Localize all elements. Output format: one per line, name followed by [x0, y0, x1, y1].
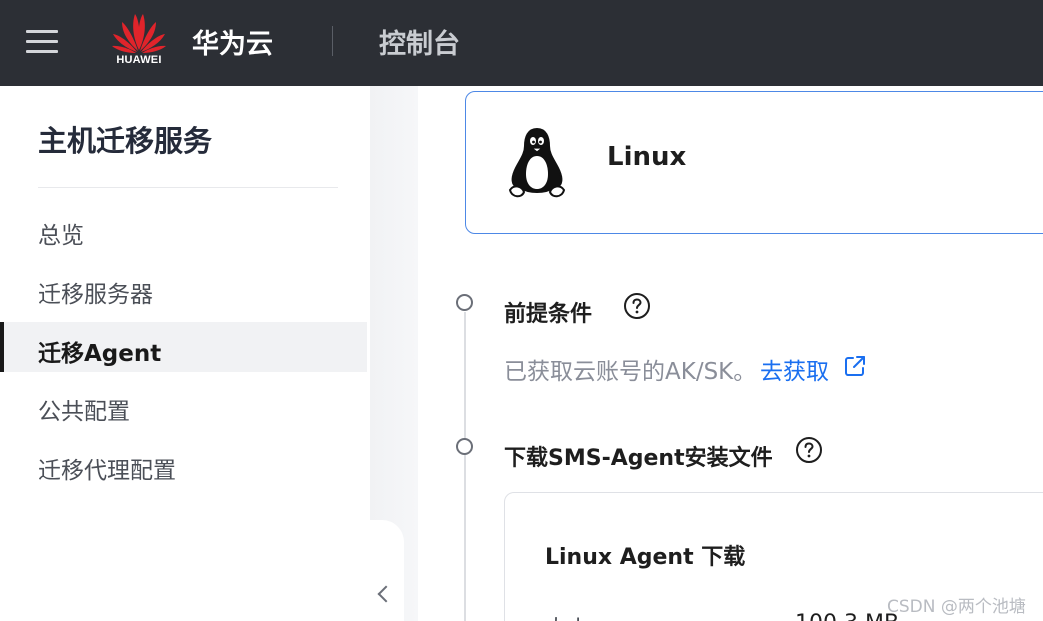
sidebar-divider: [38, 187, 338, 188]
sidebar-item-proxy-config[interactable]: 迁移代理配置: [0, 439, 367, 489]
external-link-icon[interactable]: [843, 354, 867, 378]
sidebar-item-overview[interactable]: 总览: [0, 204, 367, 254]
console-link[interactable]: 控制台: [379, 22, 460, 61]
question-circle-icon[interactable]: [795, 436, 823, 464]
steps-timeline: [464, 312, 466, 621]
size-value: 100.3 MB: [795, 611, 899, 621]
size-label: 大小: [545, 611, 589, 621]
os-option-linux[interactable]: Linux: [465, 91, 1043, 234]
os-name: Linux: [607, 142, 687, 172]
brand-name[interactable]: 华为云: [192, 22, 273, 61]
top-navigation-bar: HUAWEI 华为云 控制台: [0, 0, 1043, 86]
tux-penguin-icon: [508, 127, 566, 198]
step-marker: [456, 438, 473, 455]
sidebar-title: 主机迁移服务: [38, 124, 213, 158]
csdn-watermark: CSDN @两个池塘: [887, 597, 1026, 617]
huawei-logo[interactable]: HUAWEI: [108, 10, 170, 70]
sidebar-item-label: 迁移代理配置: [38, 458, 176, 484]
sidebar-item-label: 迁移服务器: [38, 282, 153, 308]
step-title-prerequisites: 前提条件: [504, 302, 593, 327]
sidebar-item-migration-servers[interactable]: 迁移服务器: [0, 263, 367, 313]
hamburger-menu-icon[interactable]: [26, 25, 60, 59]
huawei-flower-icon: [112, 14, 166, 53]
sidebar-item-label: 迁移Agent: [38, 341, 162, 367]
step-marker: [456, 294, 473, 311]
sidebar-item-migration-agent[interactable]: 迁移Agent: [0, 322, 367, 372]
step-title-download-agent: 下载SMS-Agent安装文件: [504, 446, 773, 471]
sidebar-item-public-config[interactable]: 公共配置: [0, 380, 367, 430]
chevron-left-icon: [377, 585, 395, 603]
get-aksk-link[interactable]: 去获取: [760, 352, 829, 386]
download-card-title: Linux Agent 下载: [545, 545, 746, 570]
sidebar-item-label: 总览: [38, 223, 84, 249]
question-circle-icon[interactable]: [623, 292, 651, 320]
huawei-logo-text: HUAWEI: [116, 54, 162, 66]
prerequisite-description: 已获取云账号的AK/SK。: [504, 359, 757, 385]
sidebar-item-label: 公共配置: [38, 399, 130, 425]
sidebar-collapse-button[interactable]: [370, 520, 404, 621]
sidebar: 主机迁移服务 总览 迁移服务器 迁移Agent 公共配置 迁移代理配置: [0, 86, 370, 621]
topbar-divider: [332, 26, 333, 56]
